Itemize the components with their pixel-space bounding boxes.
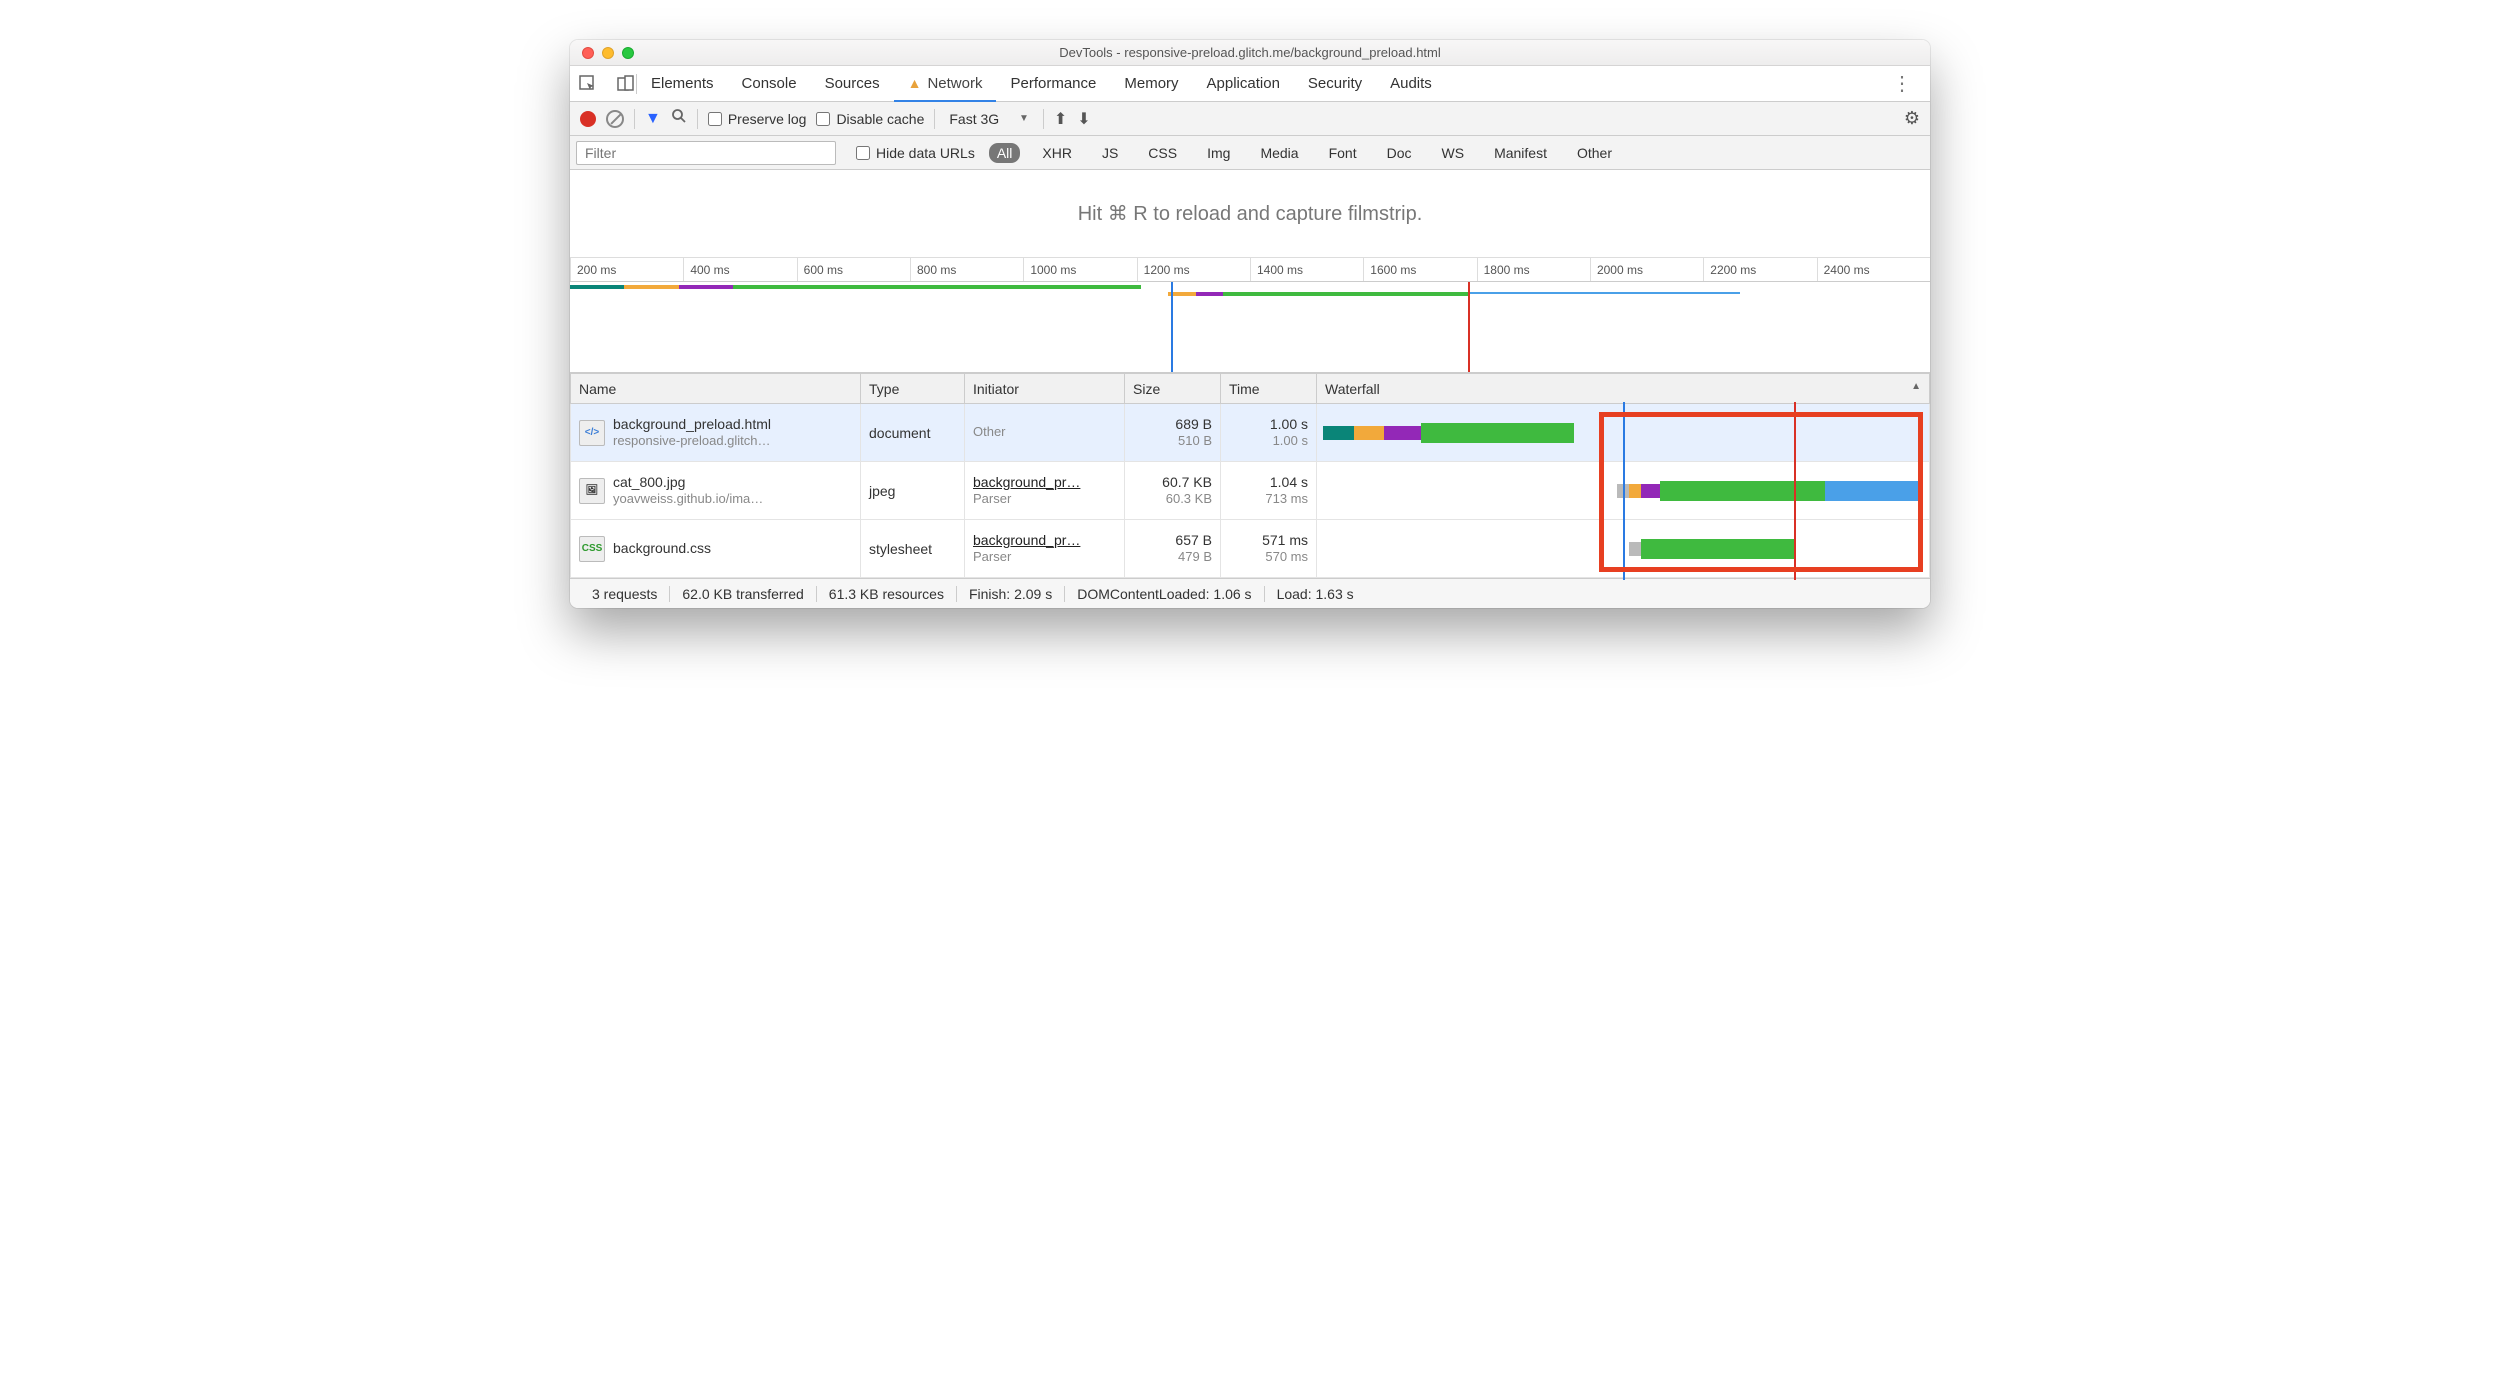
status-requests: 3 requests: [580, 586, 670, 602]
upload-har-icon[interactable]: ⬆: [1054, 109, 1067, 129]
tab-elements[interactable]: Elements: [637, 66, 728, 102]
table-row[interactable]: </> background_preload.htmlresponsive-pr…: [571, 404, 1930, 462]
sort-indicator-icon: ▲: [1911, 381, 1921, 392]
tab-sources[interactable]: Sources: [811, 66, 894, 102]
device-toolbar-icon[interactable]: [616, 74, 636, 94]
tab-performance[interactable]: Performance: [996, 66, 1110, 102]
filter-type-manifest[interactable]: Manifest: [1486, 143, 1555, 163]
network-toolbar: ▼ Preserve log Disable cache Fast 3G ▼ ⬆…: [570, 102, 1930, 136]
col-waterfall[interactable]: Waterfall▲: [1317, 374, 1930, 404]
devtools-window: DevTools - responsive-preload.glitch.me/…: [570, 40, 1930, 608]
table-header-row: Name Type Initiator Size Time Waterfall▲: [571, 374, 1930, 404]
inspect-icon[interactable]: [578, 74, 598, 94]
filter-type-css[interactable]: CSS: [1140, 143, 1185, 163]
col-size[interactable]: Size: [1125, 374, 1221, 404]
filter-type-other[interactable]: Other: [1569, 143, 1620, 163]
filter-type-ws[interactable]: WS: [1434, 143, 1473, 163]
record-button[interactable]: [580, 111, 596, 127]
settings-icon[interactable]: ⚙: [1904, 108, 1920, 129]
time-ruler: 200 ms 400 ms 600 ms 800 ms 1000 ms 1200…: [570, 258, 1930, 282]
table-row[interactable]: 🖼 cat_800.jpgyoavweiss.github.io/ima… jp…: [571, 462, 1930, 520]
more-menu-icon[interactable]: ⋮: [1882, 71, 1922, 96]
status-domcontentloaded: DOMContentLoaded: 1.06 s: [1065, 586, 1264, 602]
clear-button[interactable]: [606, 110, 624, 128]
tab-audits[interactable]: Audits: [1376, 66, 1446, 102]
status-transferred: 62.0 KB transferred: [670, 586, 816, 602]
warning-icon: ▲: [908, 75, 922, 91]
requests-table: Name Type Initiator Size Time Waterfall▲…: [570, 373, 1930, 578]
tab-network[interactable]: ▲ Network: [894, 66, 997, 102]
status-load: Load: 1.63 s: [1265, 586, 1366, 602]
waterfall-cell: [1317, 520, 1930, 578]
chevron-down-icon: ▼: [1019, 113, 1029, 124]
disable-cache-checkbox[interactable]: Disable cache: [816, 111, 924, 127]
download-har-icon[interactable]: ⬇: [1077, 109, 1090, 129]
overview-panel[interactable]: 200 ms 400 ms 600 ms 800 ms 1000 ms 1200…: [570, 258, 1930, 373]
filter-type-media[interactable]: Media: [1252, 143, 1306, 163]
preserve-log-checkbox[interactable]: Preserve log: [708, 111, 807, 127]
filter-type-js[interactable]: JS: [1094, 143, 1126, 163]
filter-type-font[interactable]: Font: [1321, 143, 1365, 163]
filter-input[interactable]: [576, 141, 836, 165]
filter-type-img[interactable]: Img: [1199, 143, 1238, 163]
col-initiator[interactable]: Initiator: [965, 374, 1125, 404]
main-tab-bar: Elements Console Sources ▲ Network Perfo…: [570, 66, 1930, 102]
col-type[interactable]: Type: [861, 374, 965, 404]
window-title: DevTools - responsive-preload.glitch.me/…: [570, 45, 1930, 60]
throttling-select[interactable]: Fast 3G ▼: [945, 111, 1032, 127]
titlebar: DevTools - responsive-preload.glitch.me/…: [570, 40, 1930, 66]
tab-console[interactable]: Console: [728, 66, 811, 102]
filmstrip-hint: Hit ⌘ R to reload and capture filmstrip.: [570, 170, 1930, 258]
hide-data-urls-checkbox[interactable]: Hide data URLs: [856, 145, 975, 161]
filter-bar: Hide data URLs All XHR JS CSS Img Media …: [570, 136, 1930, 170]
filter-icon[interactable]: ▼: [645, 110, 661, 128]
tab-application[interactable]: Application: [1193, 66, 1294, 102]
image-file-icon: 🖼: [579, 478, 605, 504]
filter-type-all[interactable]: All: [989, 143, 1021, 163]
status-resources: 61.3 KB resources: [817, 586, 957, 602]
status-bar: 3 requests 62.0 KB transferred 61.3 KB r…: [570, 578, 1930, 608]
table-row[interactable]: CSS background.css stylesheet background…: [571, 520, 1930, 578]
col-time[interactable]: Time: [1221, 374, 1317, 404]
tab-security[interactable]: Security: [1294, 66, 1376, 102]
search-icon[interactable]: [671, 108, 687, 129]
status-finish: Finish: 2.09 s: [957, 586, 1065, 602]
col-name[interactable]: Name: [571, 374, 861, 404]
filter-type-doc[interactable]: Doc: [1379, 143, 1420, 163]
css-file-icon: CSS: [579, 536, 605, 562]
tab-memory[interactable]: Memory: [1110, 66, 1192, 102]
filter-type-xhr[interactable]: XHR: [1034, 143, 1080, 163]
html-file-icon: </>: [579, 420, 605, 446]
overview-lanes: [570, 282, 1930, 372]
